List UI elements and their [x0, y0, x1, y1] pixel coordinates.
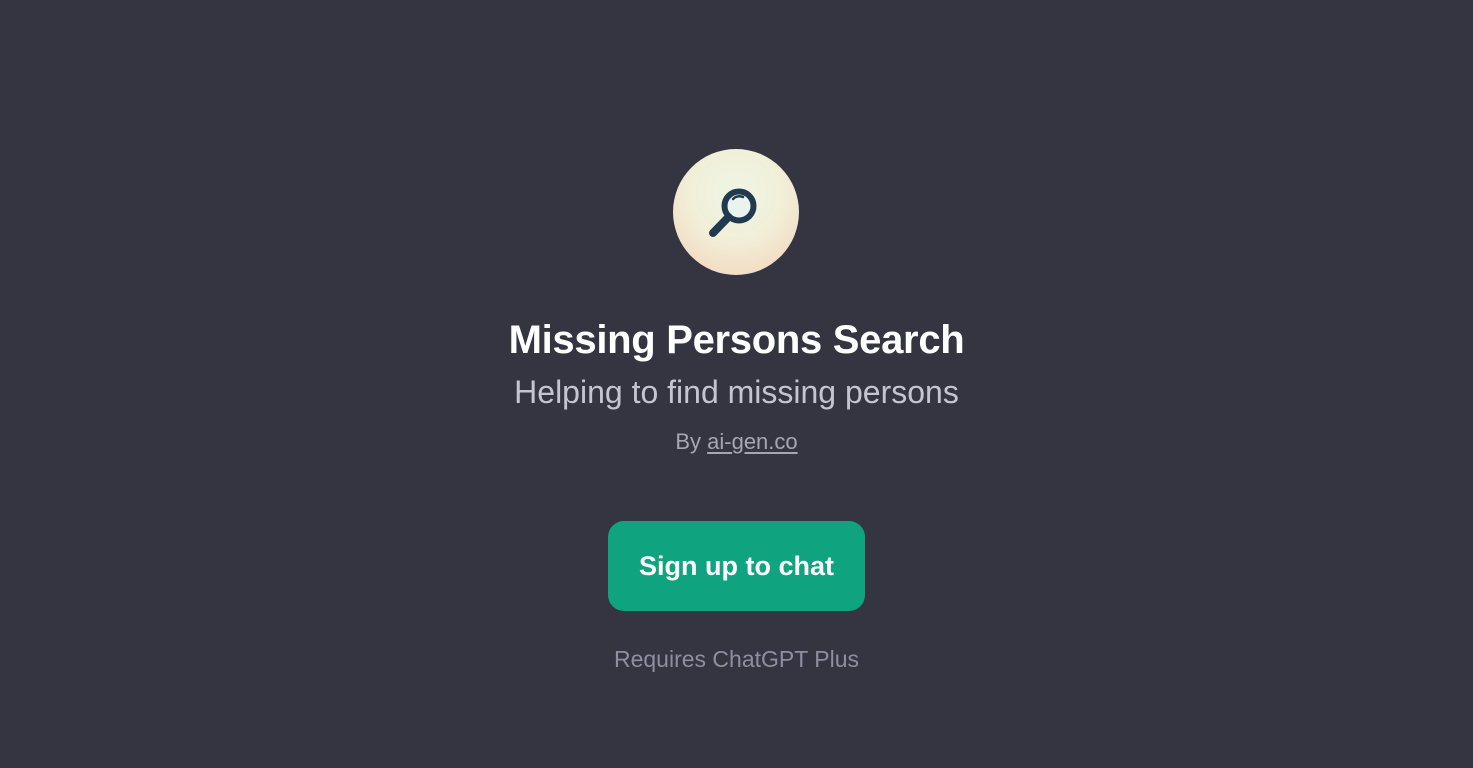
gpt-avatar — [673, 149, 799, 275]
author-byline: By ai-gen.co — [0, 428, 1473, 456]
plan-requirement-note: Requires ChatGPT Plus — [613, 646, 859, 672]
byline-prefix: By — [675, 429, 702, 454]
gpt-description: Helping to find missing persons — [514, 374, 959, 410]
gpt-title: Missing Persons Search — [508, 318, 965, 362]
author-link[interactable]: ai-gen.co — [707, 429, 798, 454]
magnifying-glass-icon — [709, 188, 757, 237]
gpt-landing-page: Missing Persons Search Helping to find m… — [0, 0, 1473, 768]
sign-up-to-chat-button[interactable]: Sign up to chat — [608, 521, 865, 611]
